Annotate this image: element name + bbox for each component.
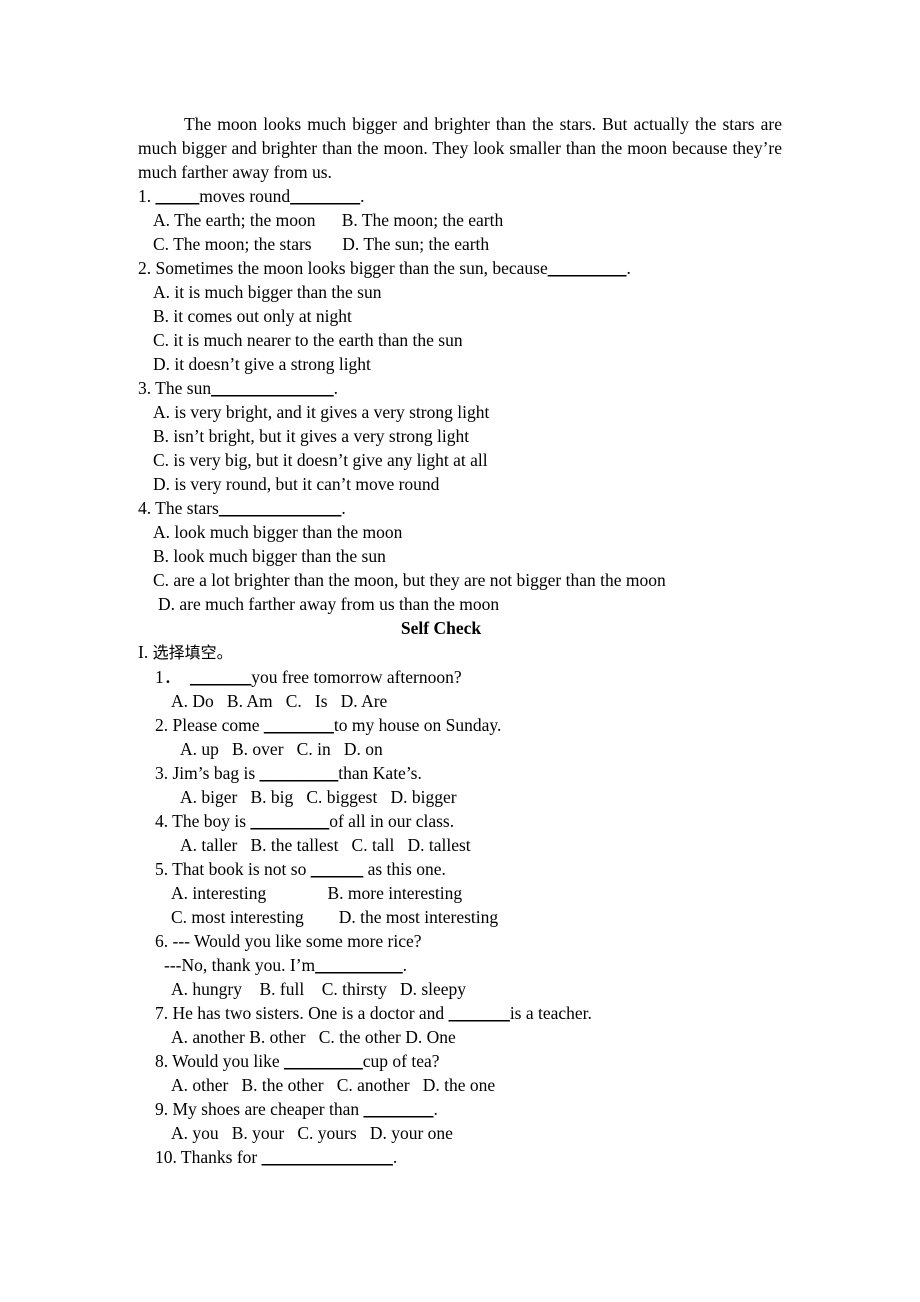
q1-period: . [360,186,365,206]
q4-period: . [341,498,346,518]
reading-question-2-stem: 2. Sometimes the moon looks bigger than … [138,256,782,280]
sc10-period: . [392,1147,398,1167]
q1-number: 1. [138,186,156,206]
sc5-text-before: 5. That book is not so [155,859,311,879]
self-check-question-5-options-row-1: A. interesting B. more interesting [171,883,463,903]
reading-question-3-option-c: C. is very big, but it doesn’t give any … [153,450,488,470]
self-check-question-1-stem: 1． _______you free tomorrow afternoon? [138,665,782,689]
self-check-question-7-stem: 7. He has two sisters. One is a doctor a… [138,1001,782,1025]
q3-blank: ______________ [211,378,334,398]
sc6-blank: __________ [315,955,403,975]
reading-question-3-option-d: D. is very round, but it can’t move roun… [153,474,440,494]
sc10-text-before: 10. Thanks for [155,1147,262,1167]
self-check-question-4-options: A. taller B. the tallest C. tall D. tall… [180,835,471,855]
sc8-text-before: 8. Would you like [155,1051,285,1071]
sc2-blank: ________ [263,715,334,735]
sc4-blank: _________ [250,811,330,831]
self-check-question-9-options: A. you B. your C. yours D. your one [171,1123,453,1143]
section-title-text: 选择填空。 [152,643,233,662]
sc4-text-before: 4. The boy is [155,811,251,831]
reading-question-3-option-b: B. isn’t bright, but it gives a very str… [153,426,470,446]
reading-question-3-option-a: A. is very bright, and it gives a very s… [153,402,490,422]
reading-question-2-option-d: D. it doesn’t give a strong light [153,354,371,374]
sc8-blank: _________ [284,1051,363,1071]
worksheet-page: The moon looks much bigger and brighter … [0,0,920,1302]
q3-text: 3. The sun [138,378,212,398]
self-check-question-10-stem: 10. Thanks for _______________. [138,1145,782,1169]
document-body: The moon looks much bigger and brighter … [138,112,782,1169]
section-roman-numeral: I. [138,642,149,662]
reading-question-1-options-row-2: C. The moon; the stars D. The sun; the e… [153,234,490,254]
self-check-heading: Self Check [400,618,482,638]
section-heading-choice-fill: I. 选择填空。 [138,640,782,665]
sc9-period: . [433,1099,438,1119]
self-check-question-2-stem: 2. Please come ________to my house on Su… [138,713,782,737]
sc7-blank: _______ [448,1003,510,1023]
reading-question-4-option-a: A. look much bigger than the moon [153,522,403,542]
self-check-question-5-options-row-2: C. most interesting D. the most interest… [171,907,499,927]
q4-text: 4. The stars [138,498,219,518]
reading-question-1-options-row-1: A. The earth; the moon B. The moon; the … [153,210,504,230]
self-check-question-6-stem-line-2: ---No, thank you. I’m__________. [138,953,782,977]
reading-question-2-option-c: C. it is much nearer to the earth than t… [153,330,463,350]
reading-question-4-stem: 4. The stars______________. [138,496,782,520]
sc3-blank: _________ [259,763,339,783]
self-check-question-8-options: A. other B. the other C. another D. the … [171,1075,496,1095]
sc6-answer-before: ---No, thank you. I’m [164,955,316,975]
reading-question-1-stem: 1. _____moves round________. [138,184,782,208]
reading-question-3-stem: 3. The sun______________. [138,376,782,400]
self-check-question-3-stem: 3. Jim’s bag is _________than Kate’s. [138,761,782,785]
sc3-text-after: than Kate’s. [338,763,422,783]
sc2-text-before: 2. Please come [155,715,264,735]
self-check-question-6-stem-line-1: 6. --- Would you like some more rice? [155,931,422,951]
sc9-text-before: 9. My shoes are cheaper than [155,1099,364,1119]
sc7-text-before: 7. He has two sisters. One is a doctor a… [155,1003,449,1023]
reading-passage: The moon looks much bigger and brighter … [138,114,782,182]
reading-question-2-option-b: B. it comes out only at night [153,306,352,326]
self-check-question-4-stem: 4. The boy is _________of all in our cla… [138,809,782,833]
self-check-question-2-options: A. up B. over C. in D. on [180,739,383,759]
sc6-period: . [402,955,408,975]
sc1-number: 1． [155,667,190,687]
sc2-text-after: to my house on Sunday. [333,715,502,735]
sc3-text-before: 3. Jim’s bag is [155,763,260,783]
self-check-question-3-options: A. biger B. big C. biggest D. bigger [180,787,457,807]
self-check-question-6-options: A. hungry B. full C. thirsty D. sleepy [171,979,467,999]
q4-blank: ______________ [218,498,342,518]
reading-question-2-option-a: A. it is much bigger than the sun [153,282,382,302]
sc10-blank: _______________ [261,1147,393,1167]
sc1-text: you free tomorrow afternoon? [251,667,462,687]
q2-period: . [626,258,631,278]
reading-question-4-option-d: D. are much farther away from us than th… [158,594,500,614]
reading-question-4-option-b: B. look much bigger than the sun [153,546,386,566]
q2-text: 2. Sometimes the moon looks bigger than … [138,258,548,278]
sc9-blank: ________ [363,1099,434,1119]
q3-period: . [333,378,338,398]
self-check-question-1-options: A. Do B. Am C. Is D. Are [171,691,388,711]
q2-blank: _________ [547,258,627,278]
self-check-question-9-stem: 9. My shoes are cheaper than ________. [138,1097,782,1121]
reading-question-4-option-c: C. are a lot brighter than the moon, but… [153,570,666,590]
q1-blank-2: ________ [290,186,361,206]
sc5-blank: ______ [310,859,364,879]
sc4-text-after: of all in our class. [329,811,455,831]
self-check-question-8-stem: 8. Would you like _________cup of tea? [138,1049,782,1073]
sc7-text-after: is a teacher. [509,1003,592,1023]
sc8-text-after: cup of tea? [362,1051,440,1071]
q1-blank-1: _____ [155,186,200,206]
self-check-question-7-options: A. another B. other C. the other D. One [171,1027,456,1047]
sc5-text-after: as this one. [363,859,446,879]
self-check-question-5-stem: 5. That book is not so ______ as this on… [138,857,782,881]
sc1-blank: _______ [190,667,252,687]
q1-stem-mid: moves round [199,186,291,206]
